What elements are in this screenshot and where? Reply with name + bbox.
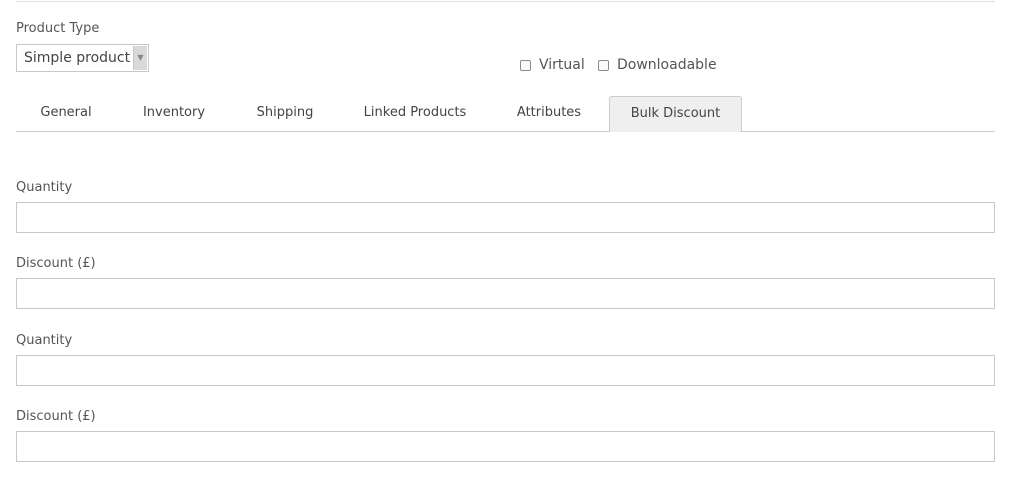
virtual-checkbox[interactable] [520, 59, 531, 71]
product-type-select[interactable]: Simple product ▼ [16, 44, 149, 72]
product-type-label: Product Type [16, 21, 100, 36]
tab-linked-products[interactable]: Linked Products [348, 96, 482, 131]
quantity-label-2: Quantity [16, 333, 73, 348]
quantity-input-2[interactable] [16, 355, 995, 386]
tab-bulk-discount[interactable]: Bulk Discount [609, 96, 742, 132]
discount-input-1[interactable] [16, 278, 995, 309]
tab-shipping[interactable]: Shipping [239, 96, 331, 131]
downloadable-checkbox[interactable] [598, 59, 609, 71]
quantity-label-1: Quantity [16, 180, 73, 195]
downloadable-label: Downloadable [617, 57, 717, 73]
product-type-selected-value: Simple product [24, 50, 131, 66]
tab-general[interactable]: General [16, 96, 116, 131]
discount-label-1: Discount (£) [16, 256, 96, 271]
virtual-checkbox-option[interactable]: Virtual [520, 57, 585, 73]
tab-inventory[interactable]: Inventory [126, 96, 222, 131]
quantity-input-1[interactable] [16, 202, 995, 233]
tab-attributes[interactable]: Attributes [500, 96, 598, 131]
divider [16, 1, 995, 2]
discount-input-2[interactable] [16, 431, 995, 462]
product-data-panel: Product Type Simple product ▼ Virtual Do… [0, 0, 1017, 477]
chevron-down-icon[interactable]: ▼ [133, 46, 147, 70]
virtual-label: Virtual [539, 57, 585, 73]
discount-label-2: Discount (£) [16, 409, 96, 424]
product-data-tabs: General Inventory Shipping Linked Produc… [16, 96, 995, 132]
downloadable-checkbox-option[interactable]: Downloadable [598, 57, 717, 73]
